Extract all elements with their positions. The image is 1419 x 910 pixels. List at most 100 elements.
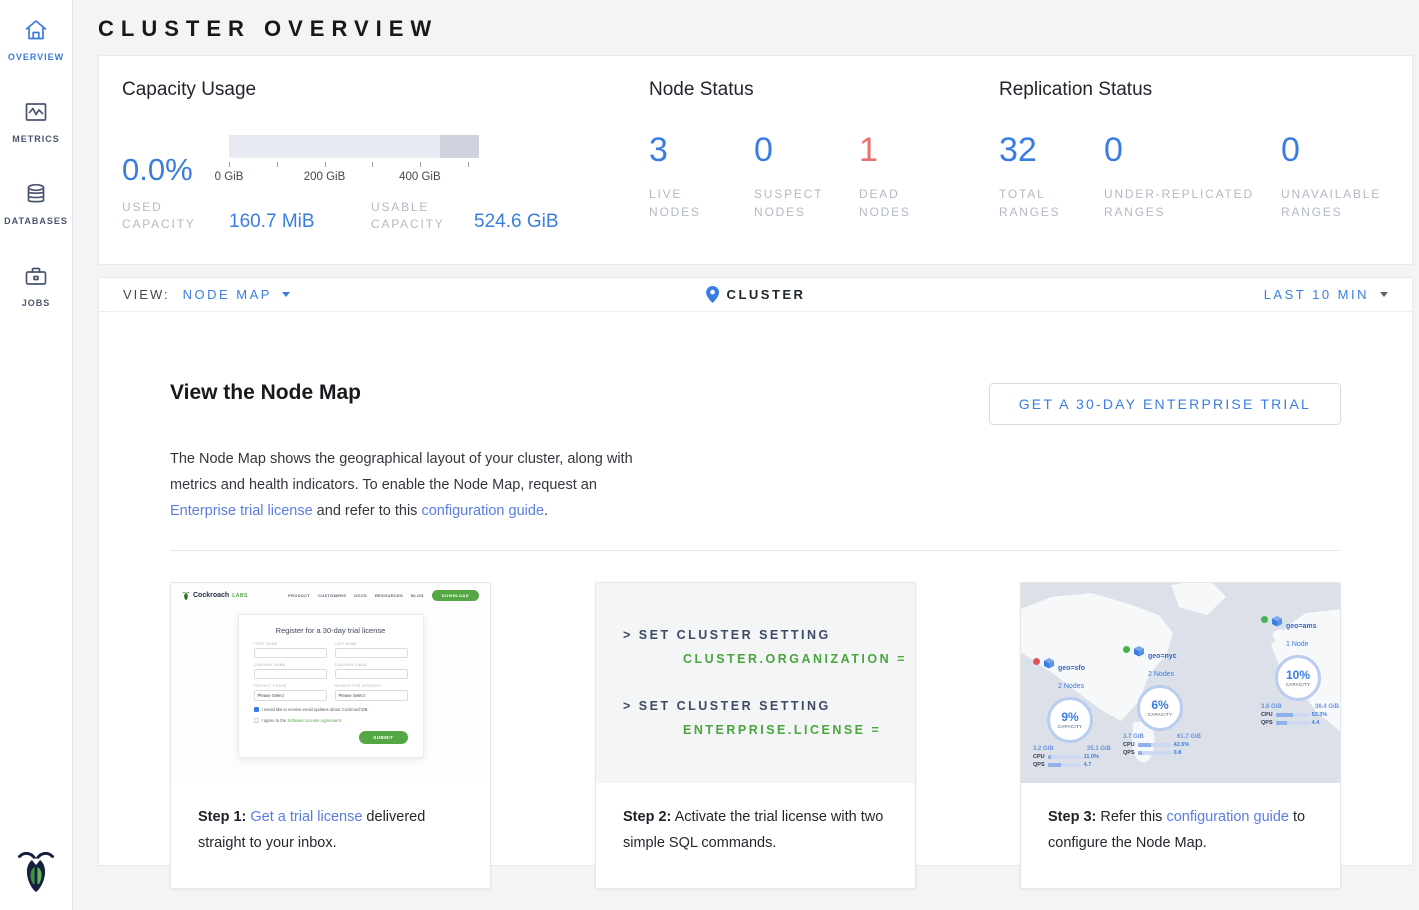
get-trial-license-link[interactable]: Get a trial license	[250, 809, 362, 825]
main-content: CLUSTER OVERVIEW Capacity Usage 0.0% 0 G…	[73, 0, 1419, 910]
usable-capacity-label: USABLE CAPACITY	[371, 199, 471, 233]
view-bar: VIEW: NODE MAP CLUSTER LAST 10 MIN	[99, 278, 1412, 312]
capacity-used: 3.2 GiB	[1033, 746, 1054, 752]
enterprise-trial-license-link[interactable]: Enterprise trial license	[170, 503, 313, 519]
node-cube-icon	[1271, 615, 1283, 627]
dead-nodes-label: DEAD NODES	[859, 185, 941, 221]
field-label: PROJECT PHASE	[254, 684, 327, 688]
home-icon	[22, 16, 50, 44]
node-status-title: Node Status	[649, 79, 999, 101]
page-title: CLUSTER OVERVIEW	[98, 15, 1413, 43]
submit-button: SUBMIT	[359, 731, 407, 744]
capacity-label: CAPACITY	[1148, 712, 1173, 717]
capacity-usage-title: Capacity Usage	[122, 79, 649, 101]
time-range-dropdown[interactable]: LAST 10 MIN	[1264, 287, 1388, 302]
configuration-guide-link[interactable]: configuration guide	[421, 503, 544, 519]
suspect-nodes-value: 0	[754, 132, 859, 169]
text-input	[254, 648, 327, 658]
sql-commands-preview: > SET CLUSTER SETTING CLUSTER.ORGANIZATI…	[596, 583, 915, 783]
capacity-used: 3.7 GiB	[1123, 734, 1144, 740]
cockroach-labs-logo: Cockroach LABS	[182, 591, 248, 601]
sidebar-item-overview[interactable]: OVERVIEW	[0, 16, 72, 62]
step-1-caption: Step 1: Get a trial license delivered st…	[171, 783, 490, 856]
checkbox-unchecked	[254, 718, 259, 723]
capacity-donut: 6% CAPACITY	[1137, 685, 1183, 731]
node-count: 2 Nodes	[1148, 671, 1174, 678]
qps-label: QPS	[1261, 720, 1273, 726]
capacity-percent: 6%	[1151, 699, 1168, 712]
field-label: FIRST NAME	[254, 642, 327, 646]
used-capacity-label: USED CAPACITY	[122, 199, 212, 233]
dead-nodes-value: 1	[859, 132, 964, 169]
step-label: Step 2:	[623, 809, 671, 825]
qps-label: QPS	[1123, 750, 1135, 756]
download-button: DOWNLOAD	[432, 590, 479, 601]
suspect-nodes-stat: 0 SUSPECT NODES	[754, 132, 859, 221]
node-map-preview: geo=sfo 2 Nodes 9% CAPACITY 3.2 GiB 35.1 G…	[1021, 583, 1340, 783]
status-dot-dead	[1033, 658, 1040, 665]
status-dot-live	[1123, 646, 1130, 653]
node-map-panel: VIEW: NODE MAP CLUSTER LAST 10 MIN	[98, 277, 1413, 866]
gauge-tick-label: 200 GiB	[304, 171, 346, 183]
step-2-caption: Step 2: Activate the trial license with …	[596, 783, 915, 856]
qps-label: QPS	[1033, 762, 1045, 768]
checkbox-label: I would like to receive email updates ab…	[262, 707, 369, 712]
jobs-icon	[22, 262, 50, 290]
capacity-donut: 9% CAPACITY	[1047, 697, 1093, 743]
sidebar-item-label: METRICS	[12, 134, 60, 144]
node-status-section: Node Status 3 LIVE NODES 0 SUSPECT NODES…	[649, 79, 999, 264]
text-input	[254, 669, 327, 679]
select-input: Please Select	[254, 690, 327, 701]
qps-value: 4.4	[1312, 720, 1320, 726]
qps-value: 0.8	[1174, 750, 1182, 756]
map-node-ams: geo=ams1 Node 10% CAPACITY 3.6 GiB36.4 G…	[1261, 615, 1340, 726]
description-text: .	[544, 503, 548, 519]
checkbox-label: I agree to the	[262, 718, 288, 723]
form-title: Register for a 30-day trial license	[254, 626, 408, 635]
node-map-promo: View the Node Map GET A 30-DAY ENTERPRIS…	[99, 312, 1412, 889]
node-cube-icon	[1133, 645, 1145, 657]
map-node-sfo: geo=sfo2 Nodes 9% CAPACITY 3.2 GiB35.1 G…	[1033, 657, 1113, 768]
sql-setting-name: ENTERPRISE.LICENSE =	[683, 721, 915, 739]
capacity-total: 61.7 GiB	[1177, 734, 1201, 740]
under-replicated-ranges-value: 0	[1104, 132, 1281, 169]
total-ranges-stat: 32 TOTAL RANGES	[999, 132, 1104, 221]
sidebar-item-databases[interactable]: DATABASES	[0, 180, 72, 226]
locality-name: geo=sfo	[1058, 665, 1085, 672]
cpu-value: 53.3%	[1312, 712, 1328, 718]
cpu-value: 42.5%	[1174, 742, 1190, 748]
sql-prompt: >	[623, 699, 633, 713]
map-pin-icon	[706, 286, 719, 303]
gauge-tick-label: 0 GiB	[215, 171, 244, 183]
checkbox-checked	[254, 707, 259, 712]
capacity-donut: 10% CAPACITY	[1275, 655, 1321, 701]
enterprise-trial-button[interactable]: GET A 30-DAY ENTERPRISE TRIAL	[989, 383, 1341, 425]
cockroach-bug-icon	[182, 591, 190, 601]
under-replicated-ranges-stat: 0 UNDER-REPLICATED RANGES	[1104, 132, 1281, 221]
sidebar-item-jobs[interactable]: JOBS	[0, 262, 72, 308]
under-replicated-ranges-label: UNDER-REPLICATED RANGES	[1104, 185, 1274, 221]
select-input: Please Select	[335, 690, 408, 701]
sidebar-item-label: DATABASES	[4, 216, 68, 226]
node-cube-icon	[1043, 657, 1055, 669]
step-2-card: > SET CLUSTER SETTING CLUSTER.ORGANIZATI…	[595, 582, 916, 889]
nav-item: RESOURCES	[375, 593, 403, 598]
capacity-total: 36.4 GiB	[1315, 704, 1339, 710]
configuration-guide-link[interactable]: configuration guide	[1166, 809, 1289, 825]
locality-name: geo=nyc	[1148, 653, 1177, 660]
unavailable-ranges-value: 0	[1281, 132, 1386, 169]
metrics-icon	[22, 98, 50, 126]
capacity-usage-section: Capacity Usage 0.0% 0 GiB 200 GiB 400 Gi…	[122, 79, 649, 264]
capacity-label: CAPACITY	[1058, 724, 1083, 729]
map-scope-breadcrumb[interactable]: CLUSTER	[706, 286, 806, 303]
text-input	[335, 669, 408, 679]
capacity-total: 35.1 GiB	[1087, 746, 1111, 752]
sidebar-item-metrics[interactable]: METRICS	[0, 98, 72, 144]
capacity-label: CAPACITY	[1286, 682, 1311, 687]
view-mode-value: NODE MAP	[183, 287, 272, 302]
sidebar: OVERVIEW METRICS DATABASES JOBS	[0, 0, 73, 910]
chevron-down-icon	[1380, 292, 1388, 297]
view-label: VIEW:	[123, 287, 170, 302]
total-ranges-value: 32	[999, 132, 1104, 169]
view-mode-dropdown[interactable]: NODE MAP	[183, 287, 290, 302]
